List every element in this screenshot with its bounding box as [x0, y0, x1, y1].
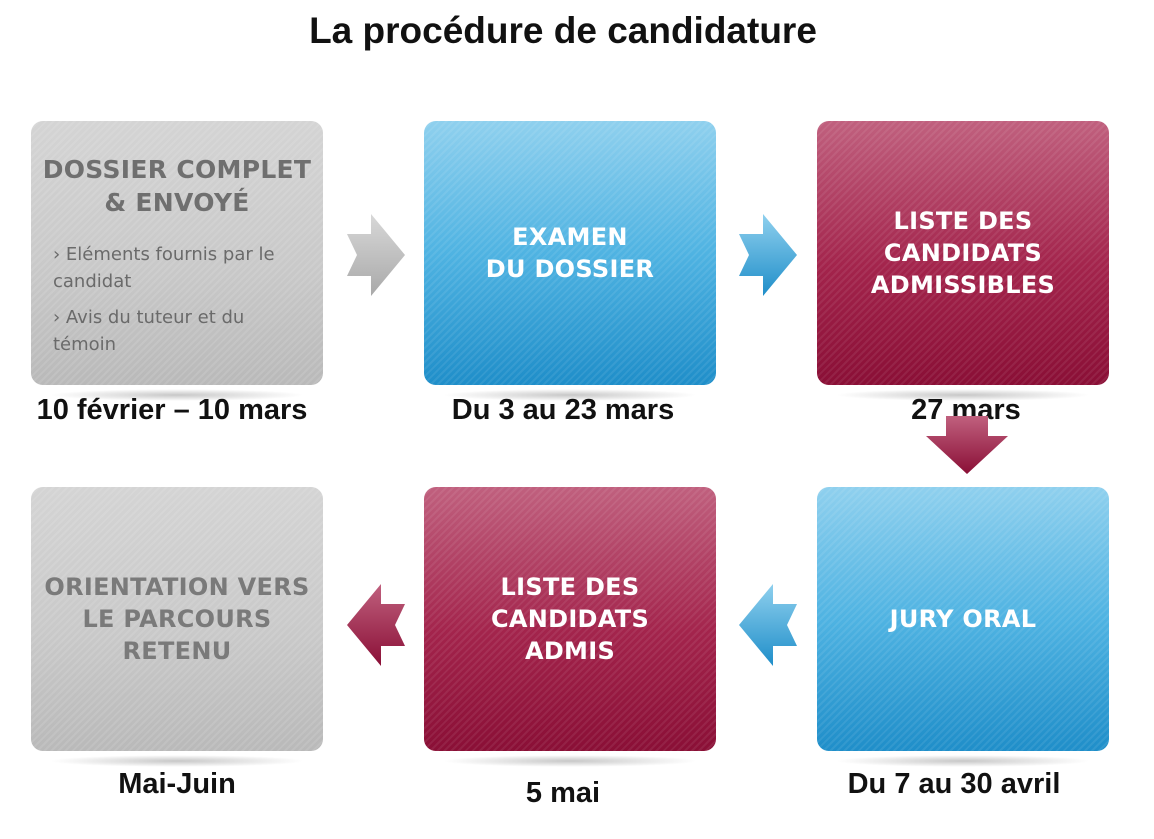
step-card-liste-admis: LISTE DES CANDIDATS ADMIS	[424, 487, 716, 767]
step-date: Du 3 au 23 mars	[451, 394, 675, 426]
step-subitems: › Eléments fournis par le candidat › Avi…	[31, 219, 323, 367]
step-title-line: ORIENTATION VERS	[44, 573, 310, 601]
step-title-line: CANDIDATS	[490, 605, 650, 633]
step-title-line: CANDIDATS	[883, 239, 1043, 267]
step-title-line: ADMISSIBLES	[870, 271, 1056, 299]
step-card-examen-dossier: EXAMEN DU DOSSIER	[424, 121, 716, 401]
arrow-left-icon	[347, 584, 405, 666]
step-title-line: LE PARCOURS	[82, 605, 272, 633]
step-card-jury-oral: JURY ORAL	[817, 487, 1109, 767]
arrow-down-icon	[926, 416, 1008, 474]
step-date: Mai-Juin	[118, 768, 236, 800]
step-title: DOSSIER COMPLET & ENVOYÉ	[31, 153, 323, 219]
step-title-line: RETENU	[122, 637, 232, 665]
page-title: La procédure de candidature	[309, 10, 817, 51]
arrow-right-icon	[739, 214, 797, 296]
step-title: LISTE DES CANDIDATS ADMIS	[491, 571, 649, 667]
step-title: EXAMEN DU DOSSIER	[486, 221, 654, 285]
step-title-line: DOSSIER COMPLET	[42, 155, 312, 184]
step-title: LISTE DES CANDIDATS ADMISSIBLES	[871, 205, 1055, 301]
list-item: › Eléments fournis par le candidat	[53, 244, 275, 292]
step-title: ORIENTATION VERS LE PARCOURS RETENU	[44, 571, 309, 667]
step-title-line: DU DOSSIER	[485, 255, 655, 283]
step-title-line: LISTE DES	[893, 207, 1033, 235]
list-item: › Avis du tuteur et du témoin	[53, 307, 245, 355]
step-card-liste-admissibles: LISTE DES CANDIDATS ADMISSIBLES	[817, 121, 1109, 401]
step-title-line: LISTE DES	[500, 573, 640, 601]
step-date: Du 7 au 30 avril	[847, 768, 1061, 800]
step-title: JURY ORAL	[890, 603, 1037, 635]
step-title-line: & ENVOYÉ	[104, 188, 250, 217]
step-title-line: EXAMEN	[512, 223, 628, 251]
step-title-line: JURY ORAL	[889, 605, 1037, 633]
step-card-dossier-complet: DOSSIER COMPLET & ENVOYÉ › Eléments four…	[31, 121, 323, 401]
step-date: 10 février – 10 mars	[36, 394, 308, 426]
arrow-right-icon	[347, 214, 405, 296]
arrow-left-icon	[739, 584, 797, 666]
step-card-orientation: ORIENTATION VERS LE PARCOURS RETENU	[31, 487, 323, 767]
step-date: 5 mai	[525, 777, 601, 809]
step-title-line: ADMIS	[524, 637, 616, 665]
